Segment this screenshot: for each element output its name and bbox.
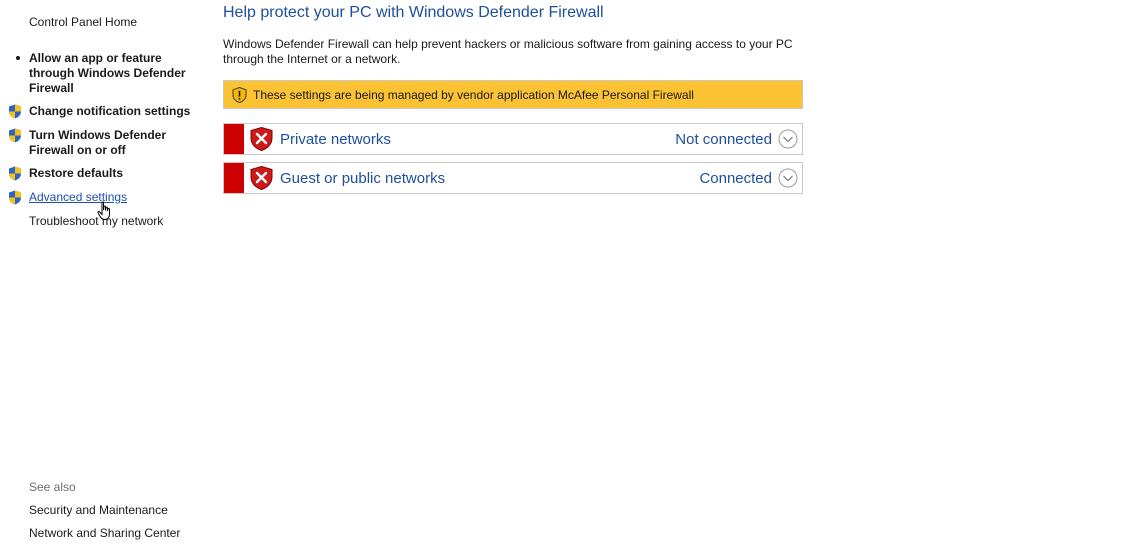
page-title: Help protect your PC with Windows Defend… (223, 4, 604, 21)
network-name: Private networks (280, 130, 391, 148)
status-bar (224, 163, 244, 193)
see-also-heading: See also (29, 480, 76, 494)
uac-shield-icon (8, 104, 22, 119)
private-networks-panel[interactable]: Private networks Not connected (223, 123, 803, 155)
red-x-shield-icon (250, 127, 273, 151)
uac-shield-icon (8, 190, 22, 205)
banner-text: These settings are being managed by vend… (253, 87, 694, 102)
chevron-down-icon[interactable] (778, 168, 798, 188)
left-pane: Control Panel Home Allow an app or featu… (0, 0, 205, 560)
page-description: Windows Defender Firewall can help preve… (223, 37, 793, 66)
hand-pointer-cursor-icon (97, 201, 113, 226)
sidebar-item-turn-on-off[interactable]: Turn Windows Defender Firewall on or off (8, 128, 198, 158)
security-maintenance-link[interactable]: Security and Maintenance (29, 503, 168, 517)
uac-shield-icon (8, 128, 22, 143)
public-networks-panel[interactable]: Guest or public networks Connected (223, 162, 803, 194)
network-name: Guest or public networks (280, 169, 446, 187)
chevron-down-icon[interactable] (778, 129, 798, 149)
managed-by-vendor-banner: These settings are being managed by vend… (223, 80, 803, 109)
network-sharing-link[interactable]: Network and Sharing Center (29, 526, 180, 540)
sidebar-item-label: Change notification settings (29, 104, 191, 118)
sidebar-item-notification-settings[interactable]: Change notification settings (8, 104, 198, 119)
red-x-shield-icon (250, 166, 273, 190)
sidebar-item-allow-app[interactable]: Allow an app or feature through Windows … (8, 51, 198, 96)
uac-shield-icon (8, 166, 22, 181)
network-status: Connected (699, 169, 772, 187)
sidebar-item-restore-defaults[interactable]: Restore defaults (8, 166, 198, 181)
sidebar-item-label: Allow an app or feature through Windows … (29, 51, 186, 95)
sidebar-item-label: Restore defaults (29, 166, 124, 180)
warning-shield-icon (232, 86, 247, 103)
sidebar-item-label: Turn Windows Defender Firewall on or off (29, 128, 167, 157)
network-status: Not connected (675, 130, 772, 148)
status-bar (224, 124, 244, 154)
bullet-icon (8, 51, 22, 66)
control-panel-home-link[interactable]: Control Panel Home (29, 15, 137, 30)
